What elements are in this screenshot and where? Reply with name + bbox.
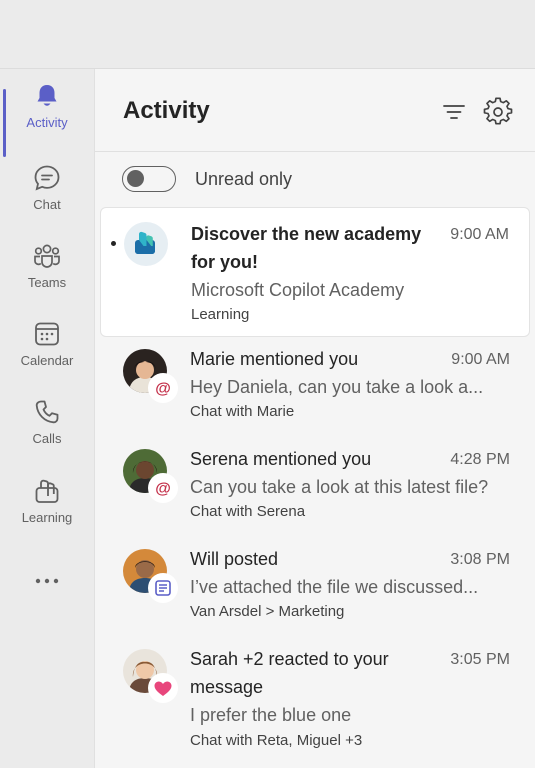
item-title: Will posted — [190, 549, 279, 569]
heart-icon — [154, 681, 172, 696]
calendar-icon — [35, 322, 59, 346]
teams-icon — [34, 244, 60, 268]
rail-label: Calendar — [20, 353, 74, 368]
rail-label: Learning — [21, 510, 73, 525]
feed-item-serena[interactable]: @ Serena mentioned you 4:28 PM Can you t… — [100, 441, 530, 537]
feed-item-academy[interactable]: Discover the new academy for you! 9:00 A… — [100, 207, 530, 337]
item-time: 3:05 PM — [450, 651, 510, 668]
reaction-badge — [148, 673, 178, 703]
rail-label: Calls — [32, 431, 62, 446]
mention-icon: @ — [155, 481, 171, 498]
copilot-academy-avatar — [124, 222, 168, 266]
item-title-cont: message — [190, 677, 264, 697]
feed-item-marie[interactable]: @ Marie mentioned you 9:00 AM Hey Daniel… — [100, 341, 530, 437]
rail-label: Chat — [33, 197, 61, 212]
app-rail: Activity Chat Teams Calendar Calls Learn… — [0, 69, 95, 768]
page-title: Activity — [123, 97, 210, 124]
rail-item-chat[interactable]: Chat — [0, 163, 94, 233]
mention-badge: @ — [148, 373, 178, 403]
item-title: Marie mentioned you — [190, 349, 359, 369]
chat-icon — [34, 165, 60, 191]
gear-icon[interactable] — [483, 97, 513, 127]
item-context: Chat with Reta, Miguel +3 — [190, 732, 363, 749]
toggle-knob — [127, 170, 144, 187]
unread-only-toggle[interactable] — [122, 166, 176, 192]
item-title: Sarah +2 reacted to your — [190, 649, 389, 669]
mention-icon: @ — [155, 381, 171, 398]
activity-panel: Activity Unread only Discover the new ac… — [95, 69, 535, 768]
post-badge — [148, 573, 178, 603]
phone-icon — [35, 400, 59, 424]
item-preview: I prefer the blue one — [190, 705, 352, 725]
unread-only-label: Unread only — [195, 169, 293, 189]
item-context: Chat with Serena — [190, 503, 306, 520]
active-indicator — [3, 89, 6, 157]
rail-item-activity[interactable]: Activity — [0, 81, 94, 157]
learning-icon — [35, 479, 59, 503]
item-title: Serena mentioned you — [190, 449, 372, 469]
post-icon — [155, 580, 171, 596]
svg-text:@: @ — [155, 381, 171, 398]
rail-item-learning[interactable]: Learning — [0, 476, 94, 546]
item-preview: I’ve attached the file we discussed... — [190, 577, 479, 597]
feed-item-will[interactable]: Will posted 3:08 PM I’ve attached the fi… — [100, 541, 530, 637]
activity-header: Activity — [95, 69, 535, 152]
rail-item-teams[interactable]: Teams — [0, 241, 94, 311]
svg-text:@: @ — [155, 481, 171, 498]
item-time: 3:08 PM — [450, 551, 510, 568]
item-context: Learning — [191, 306, 250, 323]
rail-item-calendar[interactable]: Calendar — [0, 319, 94, 389]
unread-dot — [111, 241, 116, 246]
item-preview: Microsoft Copilot Academy — [191, 280, 405, 300]
item-time: 9:00 AM — [451, 351, 510, 368]
bell-icon — [37, 85, 57, 106]
item-time: 4:28 PM — [450, 451, 510, 468]
item-time: 9:00 AM — [450, 226, 509, 243]
item-preview: Can you take a look at this latest file? — [190, 477, 489, 497]
filter-icon[interactable] — [439, 97, 469, 127]
rail-label: Activity — [26, 115, 68, 130]
item-context: Chat with Marie — [190, 403, 295, 420]
item-title: Discover the new academy — [191, 224, 422, 244]
item-title-cont: for you! — [191, 252, 258, 272]
title-bar — [0, 0, 535, 69]
rail-label: Teams — [27, 275, 67, 290]
more-icon[interactable] — [32, 571, 62, 591]
item-context: Van Arsdel > Marketing — [190, 603, 345, 620]
feed-item-sarah[interactable]: Sarah +2 reacted to your message 3:05 PM… — [100, 641, 530, 768]
item-preview: Hey Daniela, can you take a look a... — [190, 377, 484, 397]
academy-logo-icon — [135, 231, 155, 254]
rail-item-calls[interactable]: Calls — [0, 397, 94, 467]
mention-badge: @ — [148, 473, 178, 503]
